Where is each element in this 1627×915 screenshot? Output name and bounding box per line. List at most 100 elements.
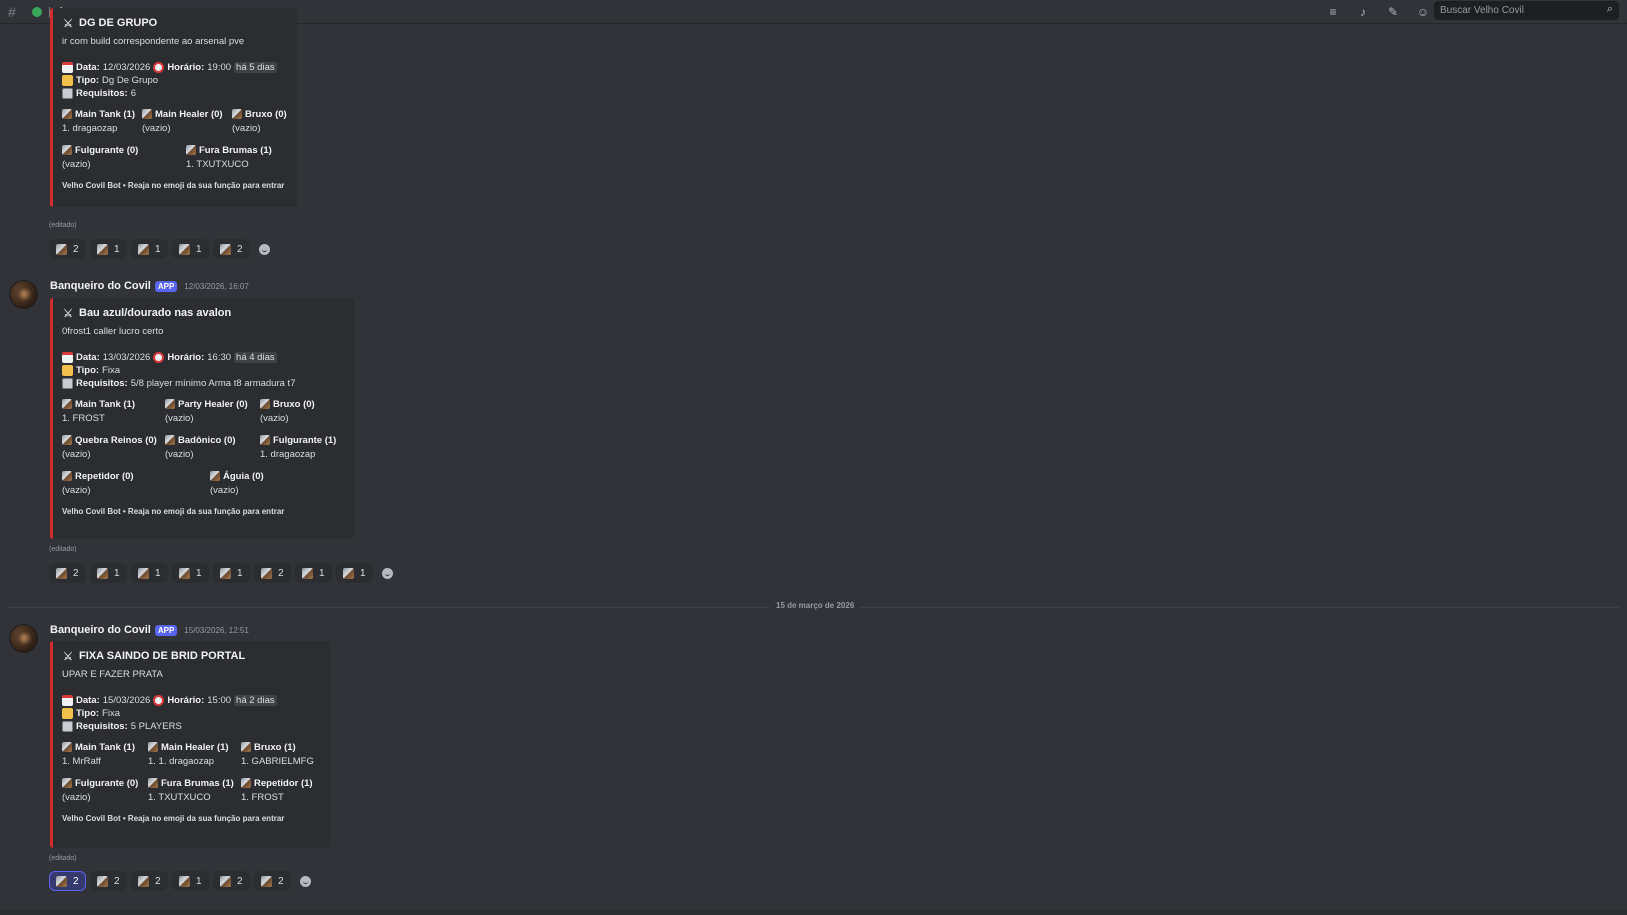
alarm-clock-icon	[153, 62, 165, 73]
members-icon[interactable]: ☺	[1415, 5, 1431, 19]
role-field: Quebra Reinos (0) (vazio)	[62, 434, 157, 460]
role-icon	[97, 567, 108, 579]
role-icon	[179, 567, 190, 579]
author-name[interactable]: Banqueiro do Covil	[50, 280, 151, 292]
smile-icon	[299, 875, 311, 887]
reaction-button[interactable]: 2	[131, 871, 168, 891]
role-icon	[220, 875, 231, 887]
role-icon	[56, 875, 67, 887]
event-type-line: Tipo: Fixa	[62, 364, 344, 377]
role-icon	[260, 435, 270, 445]
clipboard-icon	[62, 88, 73, 99]
role-icon	[138, 567, 149, 579]
event-type-line: Tipo: Dg De Grupo	[62, 74, 287, 87]
role-icon	[302, 567, 313, 579]
reaction-button[interactable]: 2	[49, 239, 86, 259]
avatar[interactable]	[9, 280, 38, 309]
role-icon	[97, 875, 108, 887]
folder-icon	[62, 75, 73, 86]
relative-time: há 4 dias	[234, 352, 277, 363]
reaction-button[interactable]: 2	[90, 871, 127, 891]
search-input[interactable]	[1440, 5, 1590, 16]
event-date-line: Data: 13/03/2026 Horário: 16:30 há 4 dias	[62, 351, 344, 364]
role-field: Fura Brumas (1) 1. TXUTXUCO	[148, 777, 234, 803]
role-field: Fura Brumas (1) 1. TXUTXUCO	[186, 144, 272, 170]
reaction-button[interactable]: 1	[213, 563, 250, 583]
role-field: Fulgurante (0) (vazio)	[62, 777, 139, 803]
role-field: Repetidor (0) (vazio)	[62, 470, 134, 496]
reaction-button[interactable]: 1	[131, 563, 168, 583]
role-icon	[220, 243, 231, 255]
reaction-button[interactable]: 2	[213, 871, 250, 891]
reaction-button[interactable]: 1	[131, 239, 168, 259]
embed-footer: Velho Covil Bot • Reaja no emoji da sua …	[62, 507, 285, 516]
role-icon	[62, 778, 72, 788]
reactions-bar: 2 1 1 1 2	[49, 239, 274, 259]
reaction-button[interactable]: 1	[90, 239, 127, 259]
clipboard-icon	[62, 721, 73, 732]
pin-icon[interactable]: ✎	[1385, 5, 1401, 19]
event-requirements-line: Requisitos: 6	[62, 87, 287, 100]
role-icon	[62, 109, 72, 119]
role-icon	[165, 399, 175, 409]
role-icon	[148, 742, 158, 752]
reaction-button[interactable]: 2	[254, 871, 291, 891]
bell-icon[interactable]: ♪	[1355, 5, 1371, 19]
role-icon	[220, 567, 231, 579]
embed-title: ⚔ FIXA SAINDO DE BRID PORTAL	[63, 650, 246, 663]
alarm-clock-icon	[153, 352, 165, 363]
role-icon	[56, 243, 67, 255]
reaction-button[interactable]: 1	[172, 563, 209, 583]
event-embed: ⚔ Bau azul/dourado nas avalon 0frost1 cal…	[50, 298, 354, 539]
event-requirements-line: Requisitos: 5/8 player mínimo Arma t8 arm…	[62, 377, 344, 390]
reaction-button[interactable]: 2	[49, 563, 86, 583]
role-icon	[343, 567, 354, 579]
relative-time: há 5 dias	[234, 62, 277, 73]
search-box[interactable]: ⌕	[1434, 1, 1619, 20]
clipboard-icon	[62, 378, 73, 389]
reaction-button[interactable]: 1	[295, 563, 332, 583]
add-reaction-button[interactable]	[254, 239, 274, 259]
role-field: Main Tank (1) 1. dragaozap	[62, 108, 135, 134]
avatar[interactable]	[9, 624, 38, 653]
reaction-button[interactable]: 1	[90, 563, 127, 583]
reaction-button[interactable]: 2	[254, 563, 291, 583]
event-requirements-line: Requisitos: 5 PLAYERS	[62, 720, 320, 733]
embed-footer: Velho Covil Bot • Reaja no emoji da sua …	[62, 181, 285, 190]
reaction-button[interactable]: 1	[172, 871, 209, 891]
add-reaction-button[interactable]	[295, 871, 315, 891]
author-name[interactable]: Banqueiro do Covil	[50, 624, 151, 636]
reaction-button[interactable]: 1	[336, 563, 373, 583]
role-icon	[241, 778, 251, 788]
threads-icon[interactable]: ≡	[1325, 5, 1341, 19]
role-field: Main Tank (1) 1. MrRaff	[62, 741, 135, 767]
reaction-button[interactable]: 2	[213, 239, 250, 259]
reaction-button[interactable]: 1	[172, 239, 209, 259]
role-field: Fulgurante (0) (vazio)	[62, 144, 139, 170]
header-toolbar: ≡ ♪ ✎ ☺	[1325, 0, 1431, 24]
folder-icon	[62, 708, 73, 719]
calendar-icon	[62, 352, 73, 363]
reaction-button[interactable]: 2	[49, 871, 86, 891]
add-reaction-button[interactable]	[377, 563, 397, 583]
date-divider: 15 de março de 2026	[770, 601, 861, 610]
role-field: Badônico (0) (vazio)	[165, 434, 236, 460]
role-icon	[148, 778, 158, 788]
role-field: Fulgurante (1) 1. dragaozap	[260, 434, 337, 460]
role-icon	[62, 145, 72, 155]
message-header: Banqueiro do Covil APP 15/03/2026, 12:51	[50, 624, 249, 636]
embed-description: ir com build correspondente ao arsenal p…	[62, 36, 245, 47]
edited-label: (editado)	[49, 546, 77, 553]
app-badge: APP	[154, 624, 178, 636]
event-date-line: Data: 15/03/2026 Horário: 15:00 há 2 dias	[62, 694, 320, 707]
status-icon	[32, 6, 42, 17]
hashtag-icon: #	[8, 3, 16, 20]
role-icon	[232, 109, 242, 119]
role-icon	[62, 471, 72, 481]
reactions-bar: 2 1 1 1 1 2 1 1	[49, 563, 397, 583]
calendar-icon	[62, 695, 73, 706]
role-icon	[210, 471, 220, 481]
smile-icon	[381, 567, 393, 579]
role-icon	[241, 742, 251, 752]
search-icon[interactable]: ⌕	[1607, 3, 1613, 16]
